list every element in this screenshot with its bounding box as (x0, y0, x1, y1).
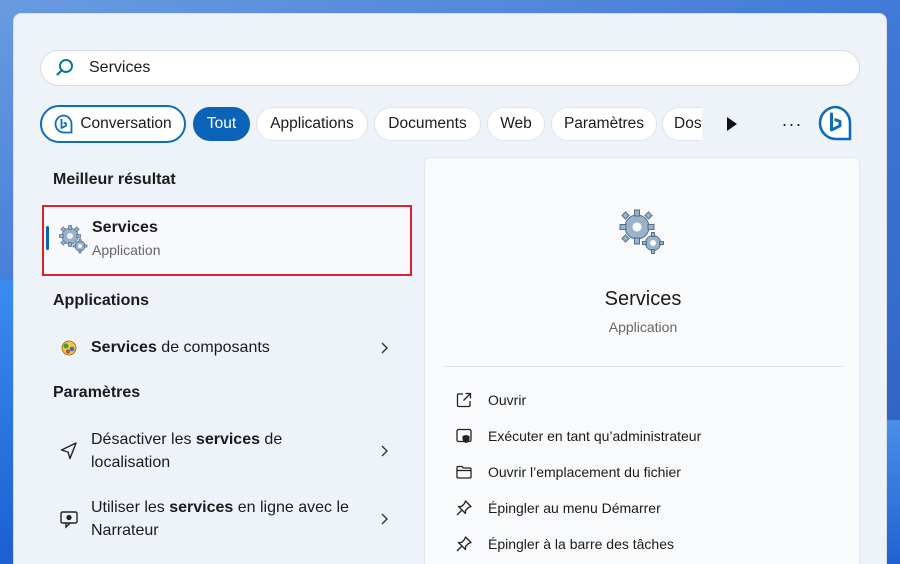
bing-chat-icon (55, 114, 73, 134)
setting-item-narrator[interactable]: Utiliser les services en ligne avec le Na… (53, 496, 403, 544)
web-chip-label: Web (500, 115, 532, 132)
app-item-component-services[interactable]: Services de composants (53, 336, 403, 360)
tout-chip[interactable]: Tout (193, 107, 250, 141)
services-gear-icon-large (619, 209, 664, 254)
action-pin-start-label: Épingler au menu Démarrer (488, 500, 661, 516)
dos-chip-label: Dos (674, 115, 702, 132)
preview-pane: Services Application Ouvrir Exécuter en … (424, 157, 860, 564)
chevron-right-icon (381, 513, 388, 525)
documents-chip[interactable]: Documents (374, 107, 481, 141)
web-chip[interactable]: Web (487, 107, 545, 141)
action-open-location[interactable]: Ouvrir l’emplacement du fichier (455, 460, 681, 484)
settings-heading: Paramètres (53, 384, 141, 401)
chevron-right-icon (381, 445, 388, 457)
action-open[interactable]: Ouvrir (455, 388, 526, 412)
search-panel: Services Conversation Tout Applications … (13, 13, 887, 564)
setting-item-location[interactable]: Désactiver les services de localisation (53, 428, 403, 476)
best-result-heading: Meilleur résultat (53, 171, 176, 188)
tout-chip-label: Tout (206, 115, 237, 132)
action-run-as-admin-label: Exécuter en tant qu’administrateur (488, 428, 702, 444)
open-external-icon (456, 392, 472, 408)
action-pin-taskbar[interactable]: Épingler à la barre des tâches (455, 532, 674, 556)
search-icon (56, 59, 73, 76)
action-run-as-admin[interactable]: Exécuter en tant qu’administrateur (455, 424, 701, 448)
documents-chip-label: Documents (388, 115, 467, 132)
wallpaper-left (0, 280, 14, 564)
narrator-icon (60, 511, 78, 529)
preview-title: Services (604, 288, 682, 310)
search-input[interactable]: Services (40, 50, 860, 86)
location-arrow-icon (60, 442, 77, 460)
wallpaper-right (886, 420, 900, 564)
dos-chip[interactable]: Dos (662, 107, 702, 141)
chevron-right-icon (381, 342, 388, 354)
setting-location-label: Désactiver les services de localisation (91, 431, 283, 471)
applications-heading: Applications (53, 292, 150, 309)
bing-icon[interactable] (817, 104, 855, 142)
pin-icon (456, 500, 472, 516)
component-services-icon (61, 340, 77, 356)
pin-icon (456, 536, 472, 552)
parametres-chip[interactable]: Paramètres (551, 107, 657, 141)
scroll-right-icon[interactable] (724, 114, 740, 134)
applications-chip[interactable]: Applications (256, 107, 368, 141)
highlight-annotation (42, 205, 412, 276)
action-open-location-label: Ouvrir l’emplacement du fichier (488, 464, 681, 480)
conversation-chip-label: Conversation (80, 115, 172, 132)
search-query[interactable]: Services (89, 59, 150, 77)
preview-divider (443, 366, 843, 367)
admin-shield-icon (456, 428, 472, 443)
app-item-label: Services de composants (91, 339, 270, 356)
folder-icon (456, 465, 472, 479)
action-open-label: Ouvrir (488, 392, 527, 408)
action-pin-start[interactable]: Épingler au menu Démarrer (455, 496, 661, 520)
more-options-icon[interactable]: ··· (778, 110, 806, 138)
parametres-chip-label: Paramètres (563, 115, 645, 132)
preview-subtitle: Application (608, 319, 678, 335)
action-pin-taskbar-label: Épingler à la barre des tâches (488, 536, 674, 552)
applications-chip-label: Applications (270, 115, 354, 132)
conversation-chip[interactable]: Conversation (40, 105, 186, 143)
dos-chip-clip: Dos (662, 107, 702, 141)
setting-narrator-label: Utiliser les services en ligne avec le Na… (91, 499, 349, 539)
filter-bar: Conversation Tout Applications Documents… (40, 104, 860, 143)
